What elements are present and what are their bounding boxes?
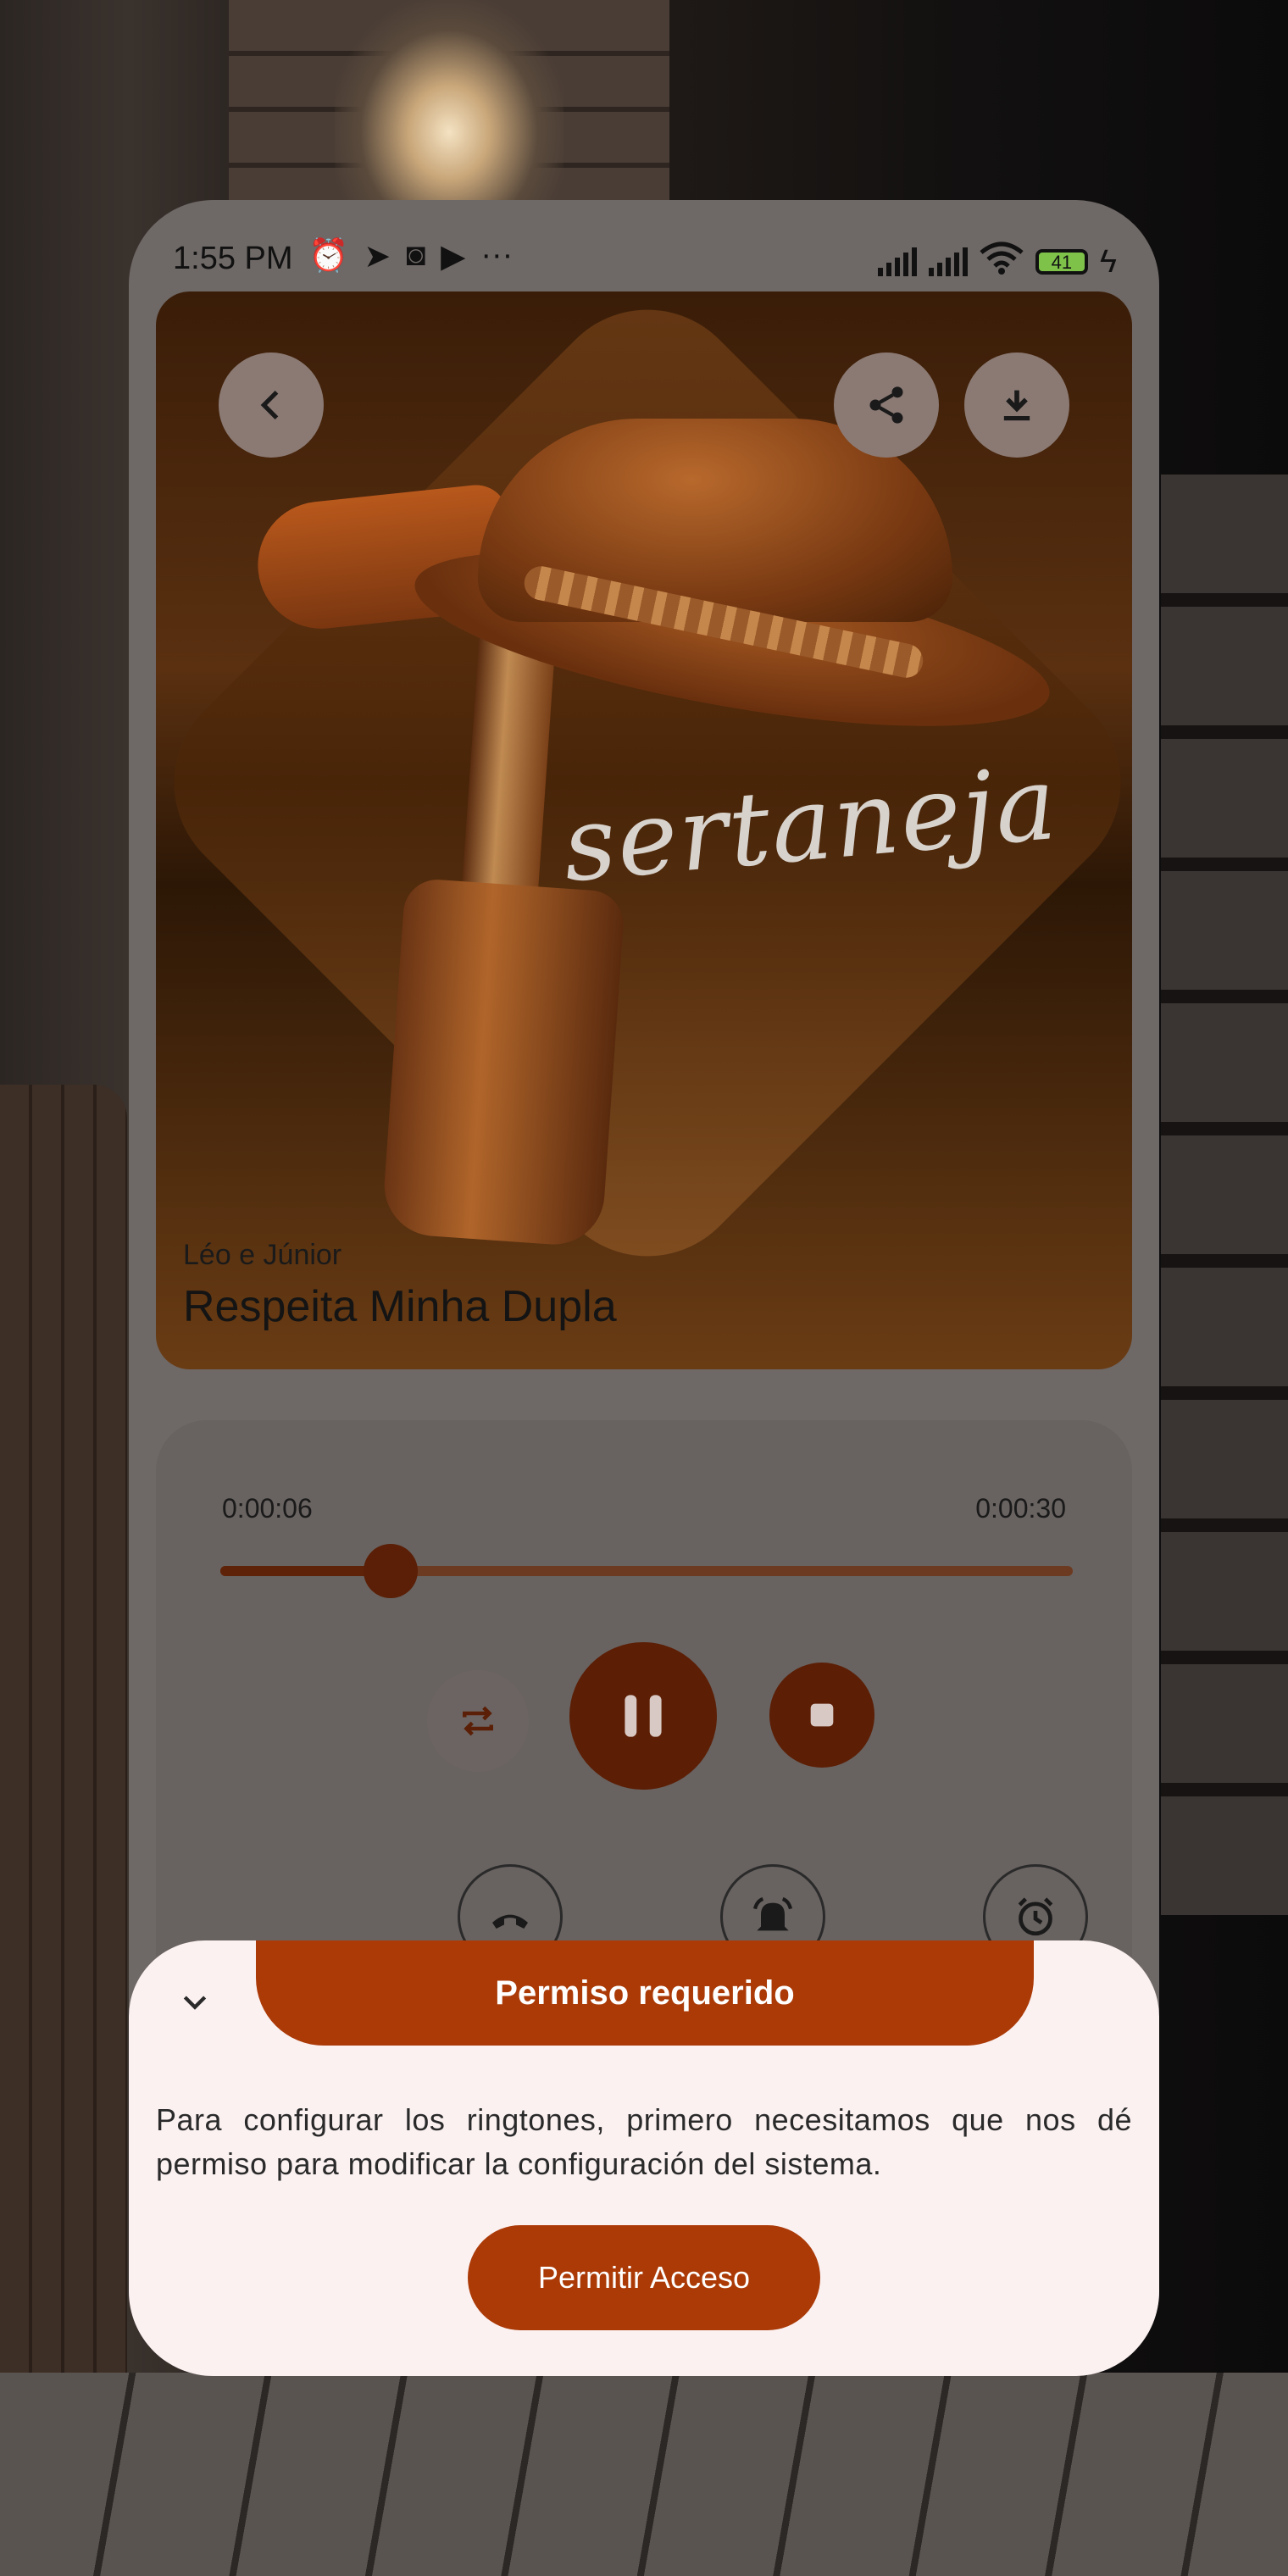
signal-icon [928,247,968,276]
sheet-message: Para configurar los ringtones, primero n… [156,2102,1132,2181]
download-button[interactable] [964,353,1069,458]
background-slats [1161,475,1288,1915]
more-icon: ··· [480,237,514,273]
battery-icon: 41 [1035,249,1088,275]
notification-bell-icon [752,1897,793,1931]
elapsed-time: 0:00:06 [222,1493,313,1524]
repeat-button[interactable] [427,1670,529,1772]
instagram-icon: ◙ [406,237,426,273]
status-left-icons: ⏰ ➤ ◙ ▶ ··· [308,237,513,275]
total-duration: 0:00:30 [975,1493,1066,1524]
back-button[interactable] [219,353,324,458]
chevron-down-icon [183,1996,207,2010]
collapse-sheet-button[interactable] [169,1976,220,2027]
share-icon [869,386,903,424]
song-title: Respeita Minha Dupla [183,1282,617,1331]
play-store-icon: ▶ [441,239,466,275]
wifi-icon [980,241,1024,283]
chevron-left-icon [260,390,279,420]
background-floor [0,2373,1288,2576]
allow-access-button[interactable]: Permitir Acceso [468,2225,820,2330]
status-bar: 1:55 PM ⏰ ➤ ◙ ▶ ··· 41 ϟ [129,229,1159,297]
phone-ringtone-icon [492,1914,528,1929]
progress-slider[interactable] [220,1544,1073,1598]
alarm-icon: ⏰ [308,238,349,274]
status-right-icons: 41 ϟ [877,241,1117,283]
progress-thumb[interactable] [364,1544,419,1598]
download-icon [1003,390,1030,421]
charging-icon: ϟ [1099,243,1117,280]
stop-button[interactable] [769,1663,874,1768]
telegram-icon: ➤ [364,239,391,275]
pause-icon [625,1695,662,1737]
stop-icon [810,1703,834,1727]
share-button[interactable] [834,353,939,458]
phone-screen: 1:55 PM ⏰ ➤ ◙ ▶ ··· 41 ϟ sertaneja Léo e… [129,200,1159,2376]
background-barrel [0,1085,127,2407]
status-time: 1:55 PM [173,241,293,276]
background-lamp [335,0,564,203]
signal-icon [877,247,917,276]
album-artwork: sertaneja Léo e Júnior Respeita Minha Du… [156,291,1132,1369]
sheet-title: Permiso requerido [256,1940,1034,2046]
permission-bottom-sheet: Permiso requerido Para configurar los ri… [129,1940,1159,2376]
repeat-icon [463,1706,493,1736]
artwork-guitar-head [380,877,626,1248]
pause-button[interactable] [569,1642,717,1790]
alarm-clock-icon [1018,1897,1053,1936]
artist-name: Léo e Júnior [183,1239,342,1271]
